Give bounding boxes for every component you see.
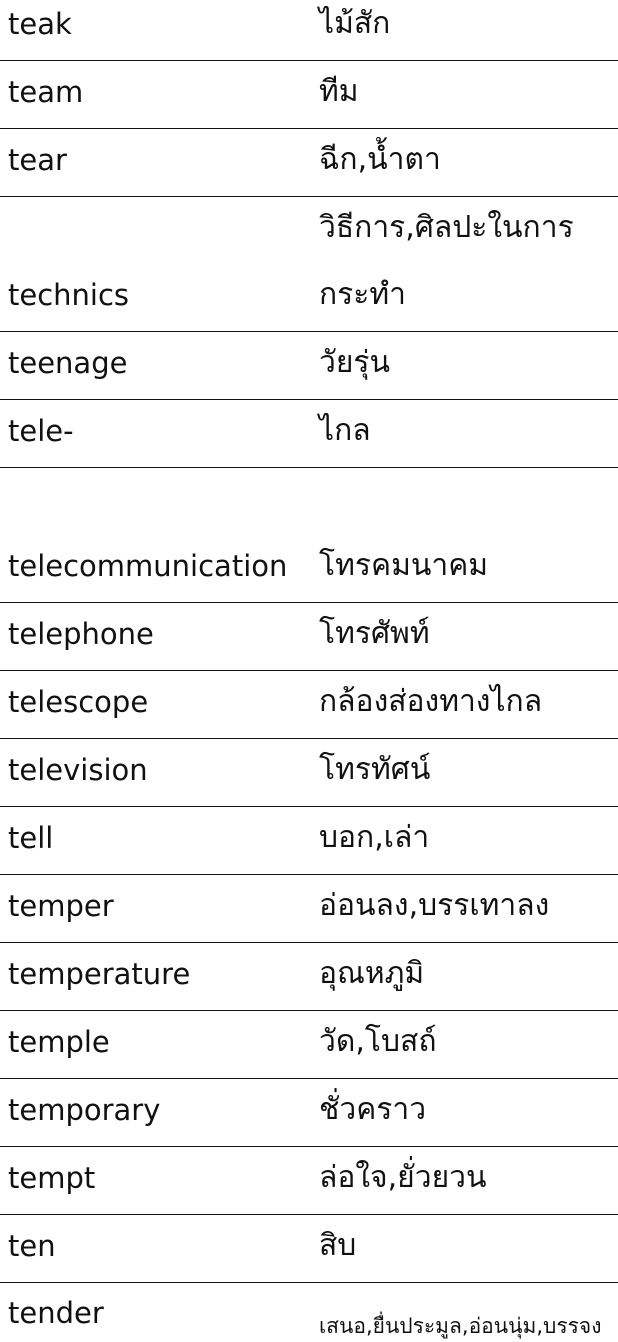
english-word: telescope xyxy=(8,685,149,719)
table-row: temperature อุณหภูมิ xyxy=(0,943,618,1011)
thai-meaning: บอก,เล่า xyxy=(319,820,430,855)
empty-row xyxy=(0,468,618,536)
english-word: teenage xyxy=(8,346,128,380)
table-row: tempt ล่อใจ,ยั่วยวน xyxy=(0,1147,618,1215)
english-word: telecommunication xyxy=(8,549,288,583)
thai-meaning: โทรคมนาคม xyxy=(319,548,489,583)
table-row: tele- ไกล xyxy=(0,400,618,468)
english-word: tempt xyxy=(8,1161,96,1195)
english-word: television xyxy=(8,753,148,787)
table-row: telecommunication โทรคมนาคม xyxy=(0,536,618,603)
thai-meaning: กล้องส่องทางไกล xyxy=(319,684,543,719)
table-row: teak ไม้สัก xyxy=(0,0,618,61)
table-row: ten สิบ xyxy=(0,1215,618,1283)
thai-meaning: ไม้สัก xyxy=(319,6,391,41)
thai-meaning-line-1: วิธีการ,ศิลปะในการ xyxy=(319,210,574,245)
english-word: tear xyxy=(8,143,67,177)
thai-meaning: วัด,โบสถ์ xyxy=(319,1024,437,1059)
table-row: telescope กล้องส่องทางไกล xyxy=(0,671,618,739)
table-row: team ทีม xyxy=(0,61,618,129)
table-row: technics วิธีการ,ศิลปะในการ กระทำ xyxy=(0,197,618,332)
table-row: tear ฉีก,น้ำตา xyxy=(0,129,618,197)
thai-meaning: โทรศัพท์ xyxy=(319,616,430,651)
english-word: temperature xyxy=(8,957,191,991)
thai-meaning: สิบ xyxy=(319,1228,357,1263)
english-word: temporary xyxy=(8,1093,161,1127)
thai-meaning: อุณหภูมิ xyxy=(319,956,425,991)
thai-meaning: ฉีก,น้ำตา xyxy=(319,142,441,177)
thai-meaning: โทรทัศน์ xyxy=(319,752,431,787)
table-row: temple วัด,โบสถ์ xyxy=(0,1011,618,1079)
english-word: ten xyxy=(8,1229,56,1263)
english-word: telephone xyxy=(8,617,154,651)
thai-meaning: ชั่วคราว xyxy=(319,1092,427,1127)
thai-meaning: ไกล xyxy=(319,413,371,448)
table-row: tell บอก,เล่า xyxy=(0,807,618,875)
thai-meaning-line-2: กระทำ xyxy=(319,277,407,312)
english-word: team xyxy=(8,75,84,109)
english-word: temple xyxy=(8,1025,110,1059)
thai-meaning: วัยรุ่น xyxy=(319,345,391,380)
table-row: telephone โทรศัพท์ xyxy=(0,603,618,671)
table-row: television โทรทัศน์ xyxy=(0,739,618,807)
english-word: tender xyxy=(8,1296,104,1330)
thai-meaning: ล่อใจ,ยั่วยวน xyxy=(319,1160,487,1195)
english-word: teak xyxy=(8,7,72,41)
english-word: tele- xyxy=(8,414,74,448)
table-row: teenage วัยรุ่น xyxy=(0,332,618,400)
thai-meaning: อ่อนลง,บรรเทาลง xyxy=(319,888,550,923)
vocabulary-table: teak ไม้สัก team ทีม tear ฉีก,น้ำตา tech… xyxy=(0,0,618,1342)
english-word: temper xyxy=(8,889,114,923)
thai-meaning: ทีม xyxy=(319,74,359,109)
thai-meaning: เสนอ,ยื่นประมูล,อ่อนนุ่ม,บรรจง xyxy=(319,1314,602,1338)
table-row: tender เสนอ,ยื่นประมูล,อ่อนนุ่ม,บรรจง xyxy=(0,1283,618,1342)
table-row: temper อ่อนลง,บรรเทาลง xyxy=(0,875,618,943)
english-word: technics xyxy=(8,278,130,312)
english-word: tell xyxy=(8,821,54,855)
table-row: temporary ชั่วคราว xyxy=(0,1079,618,1147)
